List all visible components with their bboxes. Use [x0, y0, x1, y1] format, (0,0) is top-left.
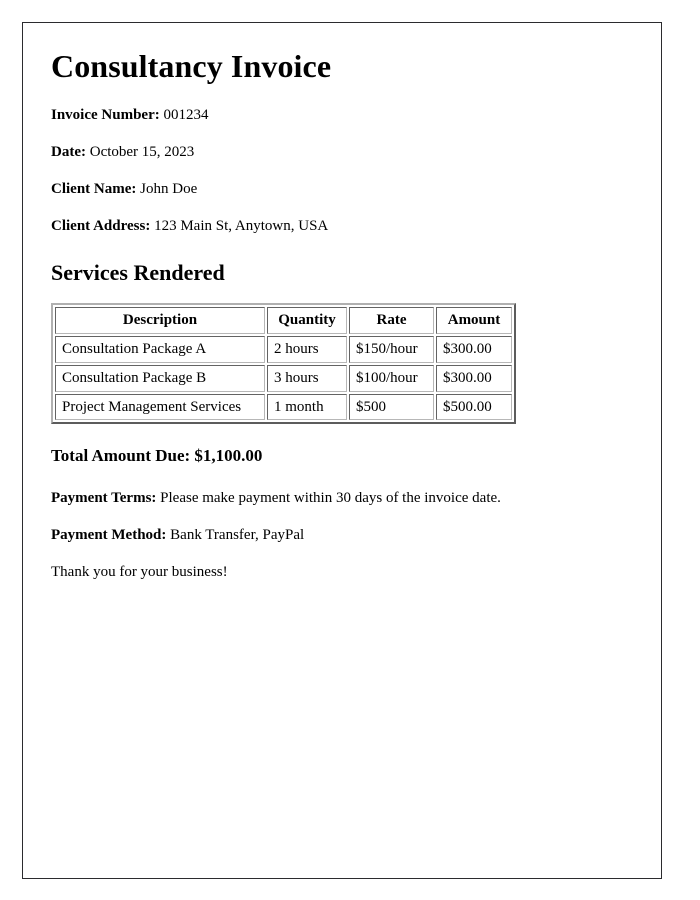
payment-method-value: Bank Transfer, PayPal: [170, 526, 305, 543]
services-table: Description Quantity Rate Amount Consult…: [51, 303, 516, 425]
cell-rate: $500: [349, 393, 434, 421]
payment-method-line: Payment Method: Bank Transfer, PayPal: [51, 526, 633, 544]
column-header-rate: Rate: [349, 307, 434, 335]
cell-rate: $100/hour: [349, 364, 434, 392]
payment-terms-value: Please make payment within 30 days of th…: [160, 489, 501, 506]
services-table-head: Description Quantity Rate Amount: [55, 307, 512, 335]
column-header-quantity: Quantity: [267, 307, 347, 335]
invoice-page: Consultancy Invoice Invoice Number: 0012…: [22, 22, 662, 879]
client-address-label: Client Address:: [51, 218, 151, 235]
services-rendered-heading: Services Rendered: [51, 260, 225, 286]
cell-quantity: 2 hours: [267, 336, 347, 363]
cell-quantity: 3 hours: [267, 364, 347, 392]
table-row: Consultation Package B 3 hours $100/hour…: [55, 364, 512, 392]
payment-method-label: Payment Method:: [51, 526, 167, 543]
closing-message: Thank you for your business!: [51, 563, 228, 580]
payment-terms-line: Payment Terms: Please make payment withi…: [51, 489, 633, 507]
cell-description: Consultation Package B: [55, 364, 265, 392]
column-header-description: Description: [55, 307, 265, 335]
client-name-label: Client Name:: [51, 181, 137, 198]
cell-amount: $300.00: [436, 364, 512, 392]
invoice-content: Consultancy Invoice Invoice Number: 0012…: [23, 23, 661, 581]
column-header-amount: Amount: [436, 307, 512, 335]
invoice-date-label: Date:: [51, 144, 86, 161]
payment-terms-label: Payment Terms:: [51, 489, 157, 506]
services-table-body: Consultation Package A 2 hours $150/hour…: [55, 336, 512, 421]
table-row: Project Management Services 1 month $500…: [55, 393, 512, 421]
cell-description: Consultation Package A: [55, 336, 265, 363]
total-amount-due: Total Amount Due: $1,100.00: [51, 446, 263, 466]
cell-amount: $300.00: [436, 336, 512, 363]
invoice-number-label: Invoice Number:: [51, 107, 160, 124]
invoice-date-value: October 15, 2023: [89, 144, 195, 161]
invoice-number-line: Invoice Number: 001234: [51, 106, 633, 124]
client-name-line: Client Name: John Doe: [51, 180, 633, 198]
page-title: Consultancy Invoice: [51, 48, 332, 84]
table-header-row: Description Quantity Rate Amount: [55, 307, 512, 335]
table-row: Consultation Package A 2 hours $150/hour…: [55, 336, 512, 363]
client-address-line: Client Address: 123 Main St, Anytown, US…: [51, 217, 633, 235]
cell-quantity: 1 month: [267, 393, 347, 421]
cell-rate: $150/hour: [349, 336, 434, 363]
invoice-date-line: Date: October 15, 2023: [51, 143, 633, 161]
cell-description: Project Management Services: [55, 393, 265, 421]
client-name-value: John Doe: [140, 181, 198, 198]
cell-amount: $500.00: [436, 393, 512, 421]
client-address-value: 123 Main St, Anytown, USA: [154, 218, 329, 235]
invoice-number-value: 001234: [163, 107, 209, 124]
